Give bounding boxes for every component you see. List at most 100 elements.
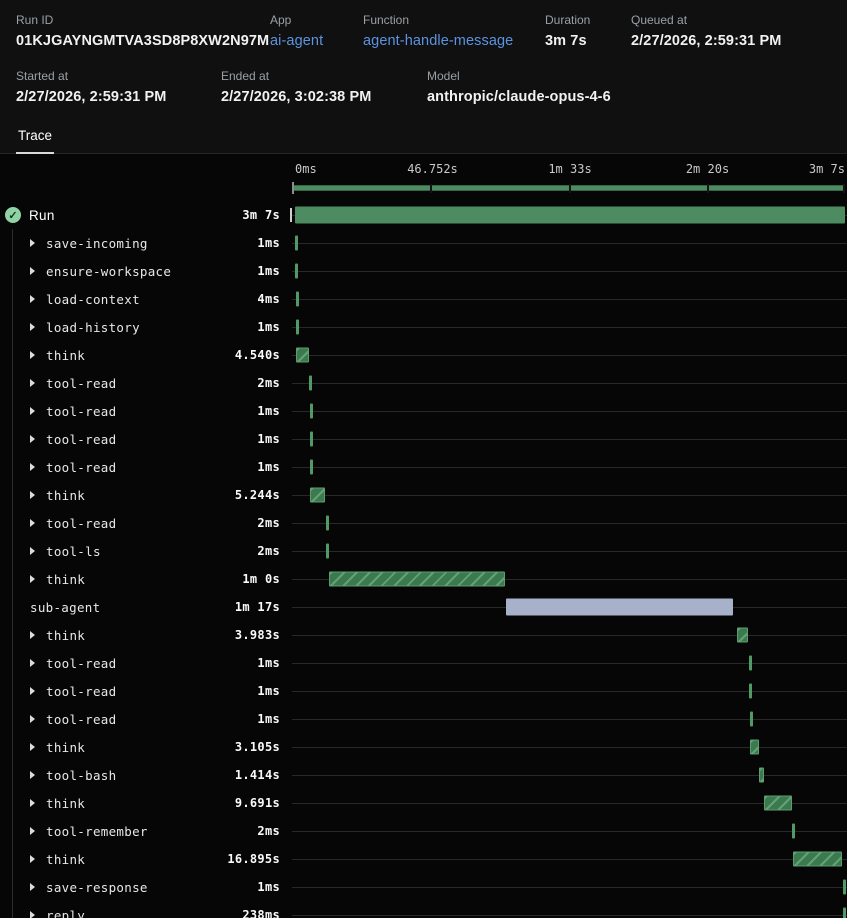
expand-arrow-icon[interactable] — [30, 491, 35, 499]
span-bar[interactable] — [750, 712, 753, 727]
trace-row[interactable]: sub-agent 1m 17s — [0, 593, 847, 621]
trace-row[interactable]: think 16.895s — [0, 845, 847, 873]
span-bar[interactable] — [792, 824, 795, 839]
trace-row[interactable]: tool-read 1ms — [0, 677, 847, 705]
span-bar[interactable] — [296, 320, 299, 335]
trace-row-label-cell: tool-read 1ms — [0, 705, 290, 733]
expand-arrow-icon[interactable] — [30, 911, 35, 918]
trace-row-label-cell: ✓ Run 3m 7s — [0, 201, 290, 229]
expand-arrow-icon[interactable] — [30, 379, 35, 387]
expand-arrow-icon[interactable] — [30, 239, 35, 247]
trace-row[interactable]: load-context 4ms — [0, 285, 847, 313]
span-bar[interactable] — [749, 684, 752, 699]
expand-arrow-icon[interactable] — [30, 883, 35, 891]
span-duration: 3m 7s — [242, 208, 290, 222]
timeline-minimap[interactable] — [292, 183, 845, 194]
trace-panel: 0ms46.752s1m 33s2m 20s3m 7s ✓ Run 3m 7s … — [0, 154, 847, 918]
span-duration: 9.691s — [235, 796, 290, 810]
expand-arrow-icon[interactable] — [30, 855, 35, 863]
span-bar[interactable] — [309, 376, 312, 391]
span-bar[interactable] — [843, 880, 846, 895]
trace-row[interactable]: tool-read 1ms — [0, 425, 847, 453]
expand-arrow-icon[interactable] — [30, 771, 35, 779]
span-bar[interactable] — [749, 656, 752, 671]
header-field-link[interactable]: ai-agent — [270, 33, 363, 49]
span-name: think — [46, 796, 85, 811]
span-bar[interactable] — [310, 488, 325, 503]
expand-arrow-icon[interactable] — [30, 519, 35, 527]
trace-row[interactable]: ✓ Run 3m 7s — [0, 201, 847, 229]
trace-row[interactable]: reply 238ms — [0, 901, 847, 918]
span-name: tool-read — [46, 684, 116, 699]
trace-row[interactable]: save-incoming 1ms — [0, 229, 847, 257]
expand-arrow-icon[interactable] — [30, 323, 35, 331]
trace-row-timeline-cell — [290, 901, 847, 918]
span-bar[interactable] — [737, 628, 749, 643]
span-bar[interactable] — [759, 768, 763, 783]
header-field-link[interactable]: agent-handle-message — [363, 33, 545, 49]
trace-row[interactable]: think 5.244s — [0, 481, 847, 509]
expand-arrow-icon[interactable] — [30, 575, 35, 583]
trace-row[interactable]: tool-read 2ms — [0, 509, 847, 537]
timeline-axis-header: 0ms46.752s1m 33s2m 20s3m 7s — [0, 154, 847, 201]
trace-row[interactable]: think 1m 0s — [0, 565, 847, 593]
trace-row[interactable]: tool-remember 2ms — [0, 817, 847, 845]
span-bar[interactable] — [506, 599, 732, 616]
span-bar[interactable] — [296, 348, 309, 363]
expand-arrow-icon[interactable] — [30, 407, 35, 415]
header-field: Duration 3m 7s — [545, 13, 631, 49]
trace-row[interactable]: think 4.540s — [0, 341, 847, 369]
trace-row[interactable]: think 3.983s — [0, 621, 847, 649]
trace-row[interactable]: load-history 1ms — [0, 313, 847, 341]
trace-row[interactable]: save-response 1ms — [0, 873, 847, 901]
span-bar[interactable] — [310, 404, 313, 419]
expand-arrow-icon[interactable] — [30, 659, 35, 667]
trace-row[interactable]: tool-ls 2ms — [0, 537, 847, 565]
trace-row[interactable]: tool-read 2ms — [0, 369, 847, 397]
expand-arrow-icon[interactable] — [30, 463, 35, 471]
trace-row[interactable]: think 3.105s — [0, 733, 847, 761]
expand-arrow-icon[interactable] — [30, 687, 35, 695]
span-bar[interactable] — [295, 207, 845, 224]
minimap-tick — [292, 182, 294, 194]
span-bar[interactable] — [310, 432, 313, 447]
trace-row[interactable]: tool-bash 1.414s — [0, 761, 847, 789]
trace-row-label-cell: tool-read 1ms — [0, 677, 290, 705]
axis-header-spacer — [0, 154, 290, 201]
expand-arrow-icon[interactable] — [30, 743, 35, 751]
header-row-2: Started at 2/27/2026, 2:59:31 PM Ended a… — [0, 69, 847, 105]
tab-trace[interactable]: Trace — [16, 125, 54, 154]
trace-row[interactable]: think 9.691s — [0, 789, 847, 817]
span-bar[interactable] — [793, 852, 843, 867]
expand-arrow-icon[interactable] — [30, 351, 35, 359]
expand-arrow-icon[interactable] — [30, 827, 35, 835]
span-bar[interactable] — [843, 908, 846, 918]
span-bar[interactable] — [764, 796, 793, 811]
trace-row[interactable]: tool-read 1ms — [0, 453, 847, 481]
span-bar[interactable] — [326, 516, 329, 531]
trace-row[interactable]: ensure-workspace 1ms — [0, 257, 847, 285]
expand-arrow-icon[interactable] — [30, 715, 35, 723]
trace-row[interactable]: tool-read 1ms — [0, 397, 847, 425]
expand-arrow-icon[interactable] — [30, 267, 35, 275]
trace-row[interactable]: tool-read 1ms — [0, 649, 847, 677]
header-field-label: Function — [363, 13, 545, 27]
trace-row-timeline-cell — [290, 313, 847, 341]
span-bar[interactable] — [295, 236, 298, 251]
trace-row-label-cell: sub-agent 1m 17s — [0, 593, 290, 621]
span-bar[interactable] — [296, 292, 299, 307]
span-bar[interactable] — [750, 740, 759, 755]
span-bar[interactable] — [329, 572, 505, 587]
expand-arrow-icon[interactable] — [30, 631, 35, 639]
expand-arrow-icon[interactable] — [30, 435, 35, 443]
trace-row-label-cell: tool-read 1ms — [0, 649, 290, 677]
span-duration: 238ms — [242, 908, 290, 918]
expand-arrow-icon[interactable] — [30, 799, 35, 807]
expand-arrow-icon[interactable] — [30, 547, 35, 555]
expand-arrow-icon[interactable] — [30, 295, 35, 303]
span-bar[interactable] — [310, 460, 313, 475]
span-bar[interactable] — [326, 544, 329, 559]
trace-row[interactable]: tool-read 1ms — [0, 705, 847, 733]
trace-row-timeline-cell — [290, 425, 847, 453]
span-bar[interactable] — [295, 264, 298, 279]
